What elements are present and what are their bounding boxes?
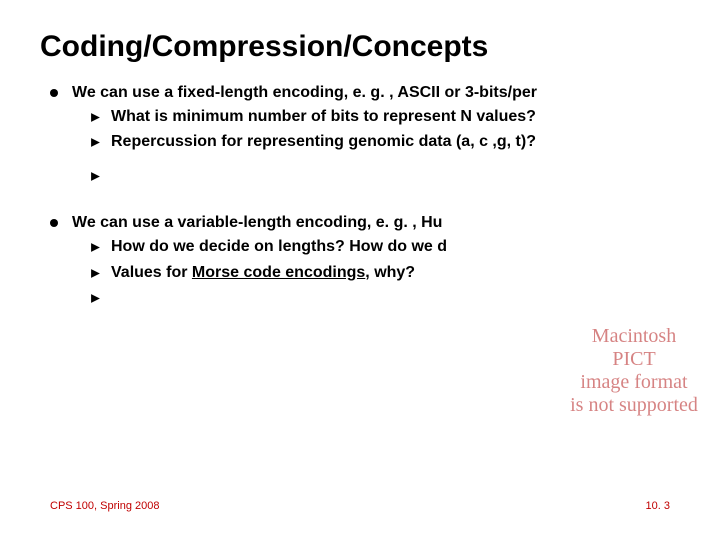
bullet-variable-length: We can use a variable-length encoding, e… bbox=[40, 212, 680, 234]
morse-link[interactable]: Morse code encodings bbox=[192, 264, 365, 281]
slide-footer: CPS 100, Spring 2008 10. 3 bbox=[50, 500, 670, 512]
slide-content: We can use a fixed-length encoding, e. g… bbox=[40, 82, 680, 311]
morse-post: , why? bbox=[365, 264, 415, 281]
subbullet-text: Values for Morse code encodings, why? bbox=[111, 262, 680, 286]
subbullet-text bbox=[111, 165, 680, 189]
subbullet-empty bbox=[40, 287, 680, 311]
subbullet-text: Repercussion for representing genomic da… bbox=[111, 131, 680, 155]
overlay-line: Macintosh PICT bbox=[568, 325, 700, 371]
chevron-right-icon bbox=[90, 167, 101, 189]
subbullet-text bbox=[111, 287, 680, 311]
subbullet-empty bbox=[40, 165, 680, 189]
pict-unsupported-overlay: Macintosh PICT image format is not suppo… bbox=[568, 325, 700, 417]
subbullet-text: How do we decide on lengths? How do we d bbox=[111, 236, 680, 260]
chevron-right-icon bbox=[90, 133, 101, 155]
overlay-line: is not supported bbox=[568, 394, 700, 417]
subbullet-genomic: Repercussion for representing genomic da… bbox=[40, 131, 680, 155]
footer-left: CPS 100, Spring 2008 bbox=[50, 500, 159, 512]
chevron-right-icon bbox=[90, 289, 101, 311]
bullet-dot-icon bbox=[50, 89, 58, 97]
chevron-right-icon bbox=[90, 238, 101, 260]
slide-title: Coding/Compression/Concepts bbox=[40, 30, 680, 64]
bullet-text: We can use a variable-length encoding, e… bbox=[72, 212, 680, 234]
morse-pre: Values for bbox=[111, 264, 192, 281]
subbullet-lengths: How do we decide on lengths? How do we d bbox=[40, 236, 680, 260]
subbullet-min-bits: What is minimum number of bits to repres… bbox=[40, 106, 680, 130]
subbullet-morse: Values for Morse code encodings, why? bbox=[40, 262, 680, 286]
subbullet-text: What is minimum number of bits to repres… bbox=[111, 106, 680, 130]
chevron-right-icon bbox=[90, 264, 101, 286]
bullet-fixed-length: We can use a fixed-length encoding, e. g… bbox=[40, 82, 680, 104]
footer-right: 10. 3 bbox=[646, 500, 670, 512]
bullet-text: We can use a fixed-length encoding, e. g… bbox=[72, 82, 680, 104]
chevron-right-icon bbox=[90, 108, 101, 130]
overlay-line: image format bbox=[568, 371, 700, 394]
bullet-dot-icon bbox=[50, 219, 58, 227]
